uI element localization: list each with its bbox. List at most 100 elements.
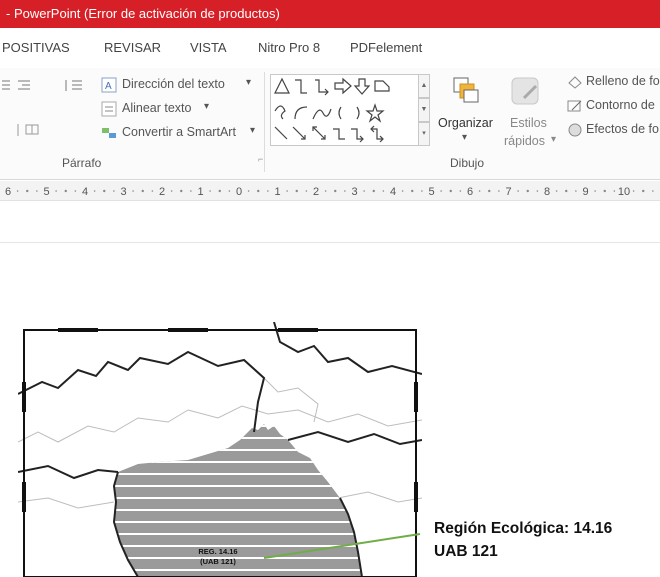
dialog-launcher-icon[interactable]: ⌐ <box>258 154 263 164</box>
align-text-icon[interactable] <box>100 100 118 118</box>
ruler-tick <box>594 190 596 192</box>
ruler-label: 10 <box>618 186 630 198</box>
ruler-tick <box>64 189 67 193</box>
ruler-tick <box>218 189 221 193</box>
ruler-label: 2 <box>159 186 165 198</box>
ruler-tick <box>26 189 29 193</box>
shapes-gallery-icons[interactable] <box>271 75 417 145</box>
ruler-label: 4 <box>82 186 88 198</box>
callout-line1: Región Ecológica: 14.16 <box>434 520 613 537</box>
ruler-tick <box>132 190 134 192</box>
ruler-tick <box>401 190 404 192</box>
smartart-icon[interactable] <box>100 124 118 142</box>
ruler-tick <box>632 190 635 192</box>
indent-icons[interactable] <box>0 78 40 94</box>
gallery-scroll[interactable]: ▲ ▼ ▾ <box>418 74 430 146</box>
columns-icon[interactable] <box>16 122 56 138</box>
chevron-down-icon[interactable]: ▾ <box>462 132 467 143</box>
tab-nitro-pro-8[interactable]: Nitro Pro 8 <box>258 40 320 55</box>
ruler-tick <box>449 189 452 193</box>
ruler-label: 6 <box>467 186 473 198</box>
paragraph-group-label: Párrafo <box>62 156 102 170</box>
quick-styles-label-line2[interactable]: rápidos <box>504 134 545 148</box>
slide-edge <box>0 242 660 243</box>
ruler-tick <box>555 190 558 192</box>
gallery-up-icon[interactable]: ▲ <box>418 74 430 98</box>
chevron-down-icon[interactable]: ▾ <box>246 77 251 88</box>
shapes-gallery[interactable] <box>270 74 430 146</box>
ruler-tick <box>141 189 144 193</box>
ribbon-tabs: POSITIVAS REVISAR VISTA Nitro Pro 8 PDFe… <box>0 28 660 68</box>
paint-bucket-icon[interactable] <box>566 74 584 90</box>
ruler-tick <box>170 190 173 192</box>
text-direction-button[interactable]: Dirección del texto <box>122 77 225 91</box>
ruler-tick <box>180 189 183 193</box>
quick-styles-icon[interactable] <box>508 74 546 110</box>
ruler-tick <box>565 189 568 193</box>
line-spacing-icon[interactable] <box>62 78 92 94</box>
gallery-more-icon[interactable]: ▾ <box>418 122 430 146</box>
shape-effects-button[interactable]: Efectos de fo <box>586 122 659 136</box>
effects-icon[interactable] <box>566 122 584 138</box>
ruler-tick <box>603 189 606 193</box>
ruler-tick <box>93 190 96 192</box>
ruler-tick <box>36 190 38 192</box>
chevron-down-icon[interactable]: ▾ <box>551 134 556 145</box>
tab-positivas[interactable]: POSITIVAS <box>2 40 70 55</box>
ruler-tick <box>103 189 106 193</box>
drawing-group-label: Dibujo <box>450 156 485 170</box>
window-titlebar: - PowerPoint (Error de activación de pro… <box>0 0 660 28</box>
ruler-label: 0 <box>236 186 242 198</box>
ruler-tick <box>267 190 269 192</box>
ruler-tick <box>16 190 19 192</box>
ruler-tick <box>74 190 77 192</box>
ruler-label: 2 <box>313 186 319 198</box>
ruler-tick <box>575 190 577 192</box>
tab-pdfelement[interactable]: PDFelement <box>350 40 422 55</box>
ruler-tick <box>517 190 519 192</box>
convert-smartart-button[interactable]: Convertir a SmartArt <box>122 125 236 139</box>
ruler-tick <box>151 190 154 192</box>
quick-styles-label-line1[interactable]: Estilos <box>510 116 547 130</box>
ruler-tick <box>526 189 529 193</box>
pencil-icon[interactable] <box>566 98 584 114</box>
ruler-tick <box>421 190 423 192</box>
ruler-tick <box>286 190 288 192</box>
ruler-tick <box>344 190 346 192</box>
tab-revisar[interactable]: REVISAR <box>104 40 161 55</box>
shape-outline-button[interactable]: Contorno de <box>586 98 655 112</box>
ruler-tick <box>411 189 414 193</box>
arrange-button[interactable]: Organizar <box>438 116 493 130</box>
ruler-scale: 6 5 4 3 2 1 0 1 2 3 4 5 6 7 8 9 10 <box>5 186 654 198</box>
ruler-tick <box>459 190 462 192</box>
ruler-tick <box>257 189 260 193</box>
align-text-button[interactable]: Alinear texto <box>122 101 191 115</box>
gallery-down-icon[interactable]: ▼ <box>418 98 430 122</box>
ruler-tick <box>652 190 654 192</box>
chevron-down-icon[interactable]: ▾ <box>204 101 209 112</box>
ribbon-separator <box>264 72 265 172</box>
ribbon: A Dirección del texto ▾ Alinear texto ▾ … <box>0 68 660 180</box>
text-direction-icon[interactable]: A <box>100 76 118 94</box>
shape-fill-button[interactable]: Relleno de fo <box>586 74 660 88</box>
ruler-tick <box>440 190 442 192</box>
ruler-label: 5 <box>428 186 434 198</box>
ruler-label: 4 <box>390 186 396 198</box>
ruler-tick <box>247 190 250 192</box>
arrange-icon[interactable] <box>450 74 482 108</box>
ruler-tick <box>305 190 308 192</box>
chevron-down-icon[interactable]: ▾ <box>250 125 255 136</box>
horizontal-ruler[interactable]: 6 5 4 3 2 1 0 1 2 3 4 5 6 7 8 9 10 <box>0 181 660 201</box>
ruler-label: 3 <box>351 186 357 198</box>
ruler-tick <box>334 189 337 193</box>
tab-vista[interactable]: VISTA <box>190 40 227 55</box>
ruler-tick <box>613 190 616 192</box>
ruler-tick <box>113 190 115 192</box>
ruler-tick <box>190 190 192 192</box>
ruler-tick <box>498 190 500 192</box>
svg-text:A: A <box>105 81 112 92</box>
ruler-label: 6 <box>5 186 11 198</box>
ruler-tick <box>488 189 491 193</box>
ruler-tick <box>55 190 57 192</box>
ruler-tick <box>372 189 375 193</box>
